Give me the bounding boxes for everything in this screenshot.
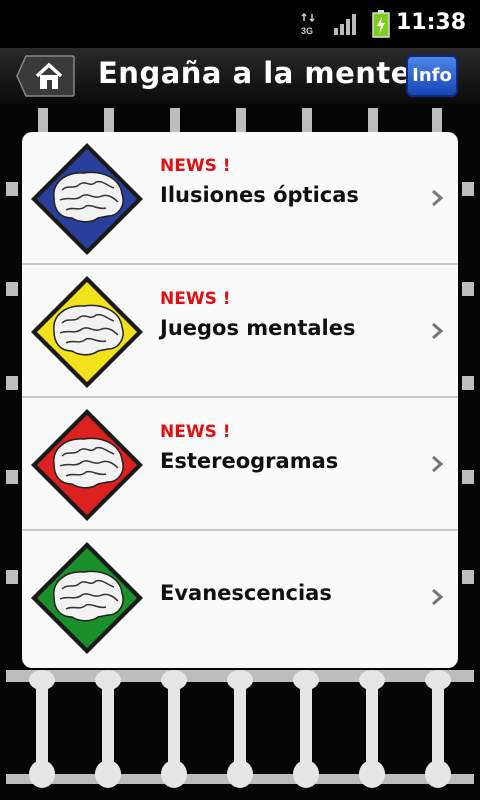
list-item-evanescencias[interactable]: Evanescencias [22,531,458,666]
battery-charging-icon [372,10,390,38]
news-badge: NEWS ! [160,156,231,176]
status-bar: 3G 11:38 [0,0,480,48]
brain-diamond-icon [31,143,143,255]
list-item-juegos-mentales[interactable]: NEWS ! Juegos mentales [22,265,458,398]
item-label: Ilusiones ópticas [160,183,359,207]
list-item-estereogramas[interactable]: NEWS ! Estereogramas [22,398,458,531]
chevron-right-icon [432,322,444,340]
brain-diamond-icon [31,409,143,521]
chevron-right-icon [432,189,444,207]
brain-icon [53,437,124,489]
brain-diamond-icon [31,542,143,654]
page-title: Engaña a la mente [98,56,411,90]
network-3g-icon: 3G [301,12,315,36]
network-label: 3G [301,26,313,36]
brain-icon [53,304,124,356]
chevron-right-icon [432,455,444,473]
brain-diamond-icon [31,276,143,388]
item-label: Estereogramas [160,449,339,473]
list-item-ilusiones-opticas[interactable]: NEWS ! Ilusiones ópticas [22,132,458,265]
item-label: Juegos mentales [160,316,356,340]
brain-icon [53,171,124,223]
chevron-right-icon [432,588,444,606]
title-bar: Engaña a la mente Info [0,48,480,104]
info-button[interactable]: Info [406,55,458,97]
item-label: Evanescencias [160,581,332,605]
menu-list: NEWS ! Ilusiones ópticas NEWS ! Juegos m… [22,132,458,668]
news-badge: NEWS ! [160,422,231,442]
signal-icon [334,14,356,35]
home-button[interactable] [16,54,76,98]
status-time: 11:38 [395,10,466,35]
brain-icon [53,570,124,622]
news-badge: NEWS ! [160,289,231,309]
